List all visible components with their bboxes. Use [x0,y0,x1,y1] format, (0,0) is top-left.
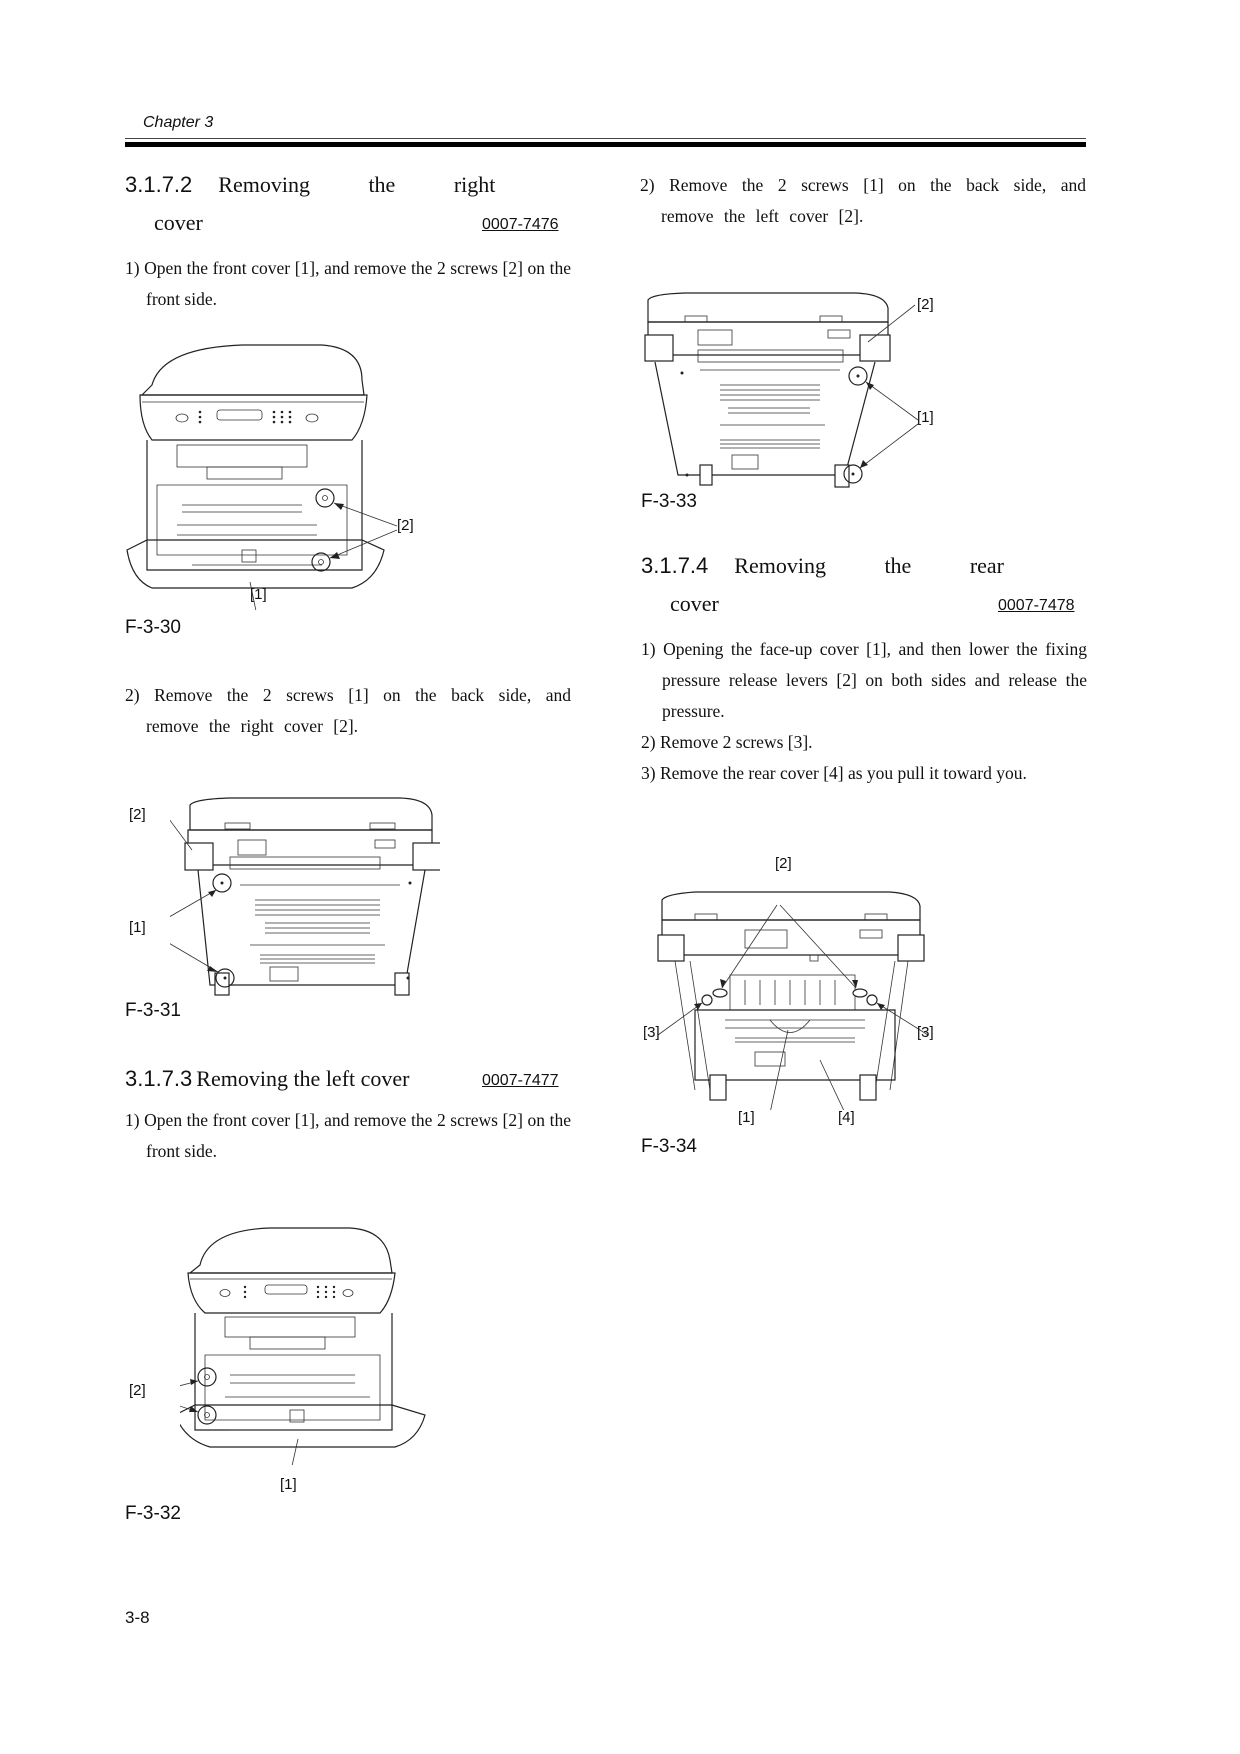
callout-label: [2] [129,806,146,823]
section-title: Removing the right [218,172,496,197]
chapter-header: Chapter 3 [143,114,214,131]
section-code-link[interactable]: 0007-7477 [482,1072,559,1090]
screw-circle [315,488,335,508]
section-title-line2: cover [670,591,719,616]
figure-front-view-open-right [126,344,398,610]
figure-rear-cover [657,891,929,1110]
section-title: Removing the rear [734,553,1005,578]
step-text: 1) Open the front cover [1], and remove … [125,258,571,309]
callout-label: [4] [838,1109,855,1126]
page-number: 3-8 [125,1608,150,1627]
section-number: 3.1.7.4 [641,553,709,578]
callout-label: [1] [738,1109,755,1126]
side-cover [184,842,214,871]
scanner-lid [140,344,365,396]
callout-label: [1] [129,919,146,936]
section-code-link[interactable]: 0007-7478 [998,597,1075,615]
section-heading-3-1-7-4: 3.1.7.4 Removing the rear [641,553,1087,579]
step-text: 2) Remove the 2 screws [1] on the back s… [640,175,1086,226]
pressure-lever [852,988,868,998]
callout-label: [1] [250,586,267,603]
screw-circle [311,552,331,572]
section-title-line2: cover [154,210,203,235]
callout-label: [2] [397,517,414,534]
screw [701,994,713,1006]
scanner-lid [188,1227,393,1274]
printer-body [194,1313,393,1431]
figure-rear-view-left [644,292,919,488]
figure-caption: F-3-31 [125,1000,181,1021]
figure-caption: F-3-32 [125,1503,181,1524]
callout-label: [2] [917,296,934,313]
scanner-lid [189,797,433,831]
callout-label: [3] [643,1024,660,1041]
pressure-lever [712,988,728,998]
step-text: 2) Remove the 2 screws [1] on the back s… [125,685,571,736]
callout-label: [2] [129,1382,146,1399]
section-number: 3.1.7.2 [125,172,193,197]
front-cover [180,1404,426,1448]
section-code-link[interactable]: 0007-7476 [482,216,559,234]
figure-caption: F-3-33 [641,491,697,512]
callout-label: [1] [917,409,934,426]
screw-circle [197,1367,217,1387]
figure-caption: F-3-30 [125,617,181,638]
printer-body [654,361,876,476]
header-rule-thin [125,138,1086,139]
header-rule-thick [125,142,1086,147]
rear-cover [694,1009,896,1081]
section-heading-3-1-7-2: 3.1.7.2 Removing the right [125,172,571,198]
section-number: 3.1.7.3 [125,1066,193,1091]
scanner-lid [647,292,889,323]
callout-label: [3] [917,1024,934,1041]
figure-front-view-open-left [180,1227,426,1465]
side-cover [859,334,891,362]
scanner-lid [661,891,921,921]
screw [866,994,878,1006]
callout-label: [2] [775,855,792,872]
figure-rear-view-right [170,797,440,996]
figure-caption: F-3-34 [641,1136,697,1157]
step-list: 1) Opening the face-up cover [1], and th… [641,639,1087,783]
screw-circle [197,1405,217,1425]
step-text: 1) Open the front cover [1], and remove … [125,1110,571,1161]
front-cover [126,539,385,589]
callout-label: [1] [280,1476,297,1493]
section-title: Removing the left cover [196,1066,410,1091]
printer-body [197,869,426,986]
